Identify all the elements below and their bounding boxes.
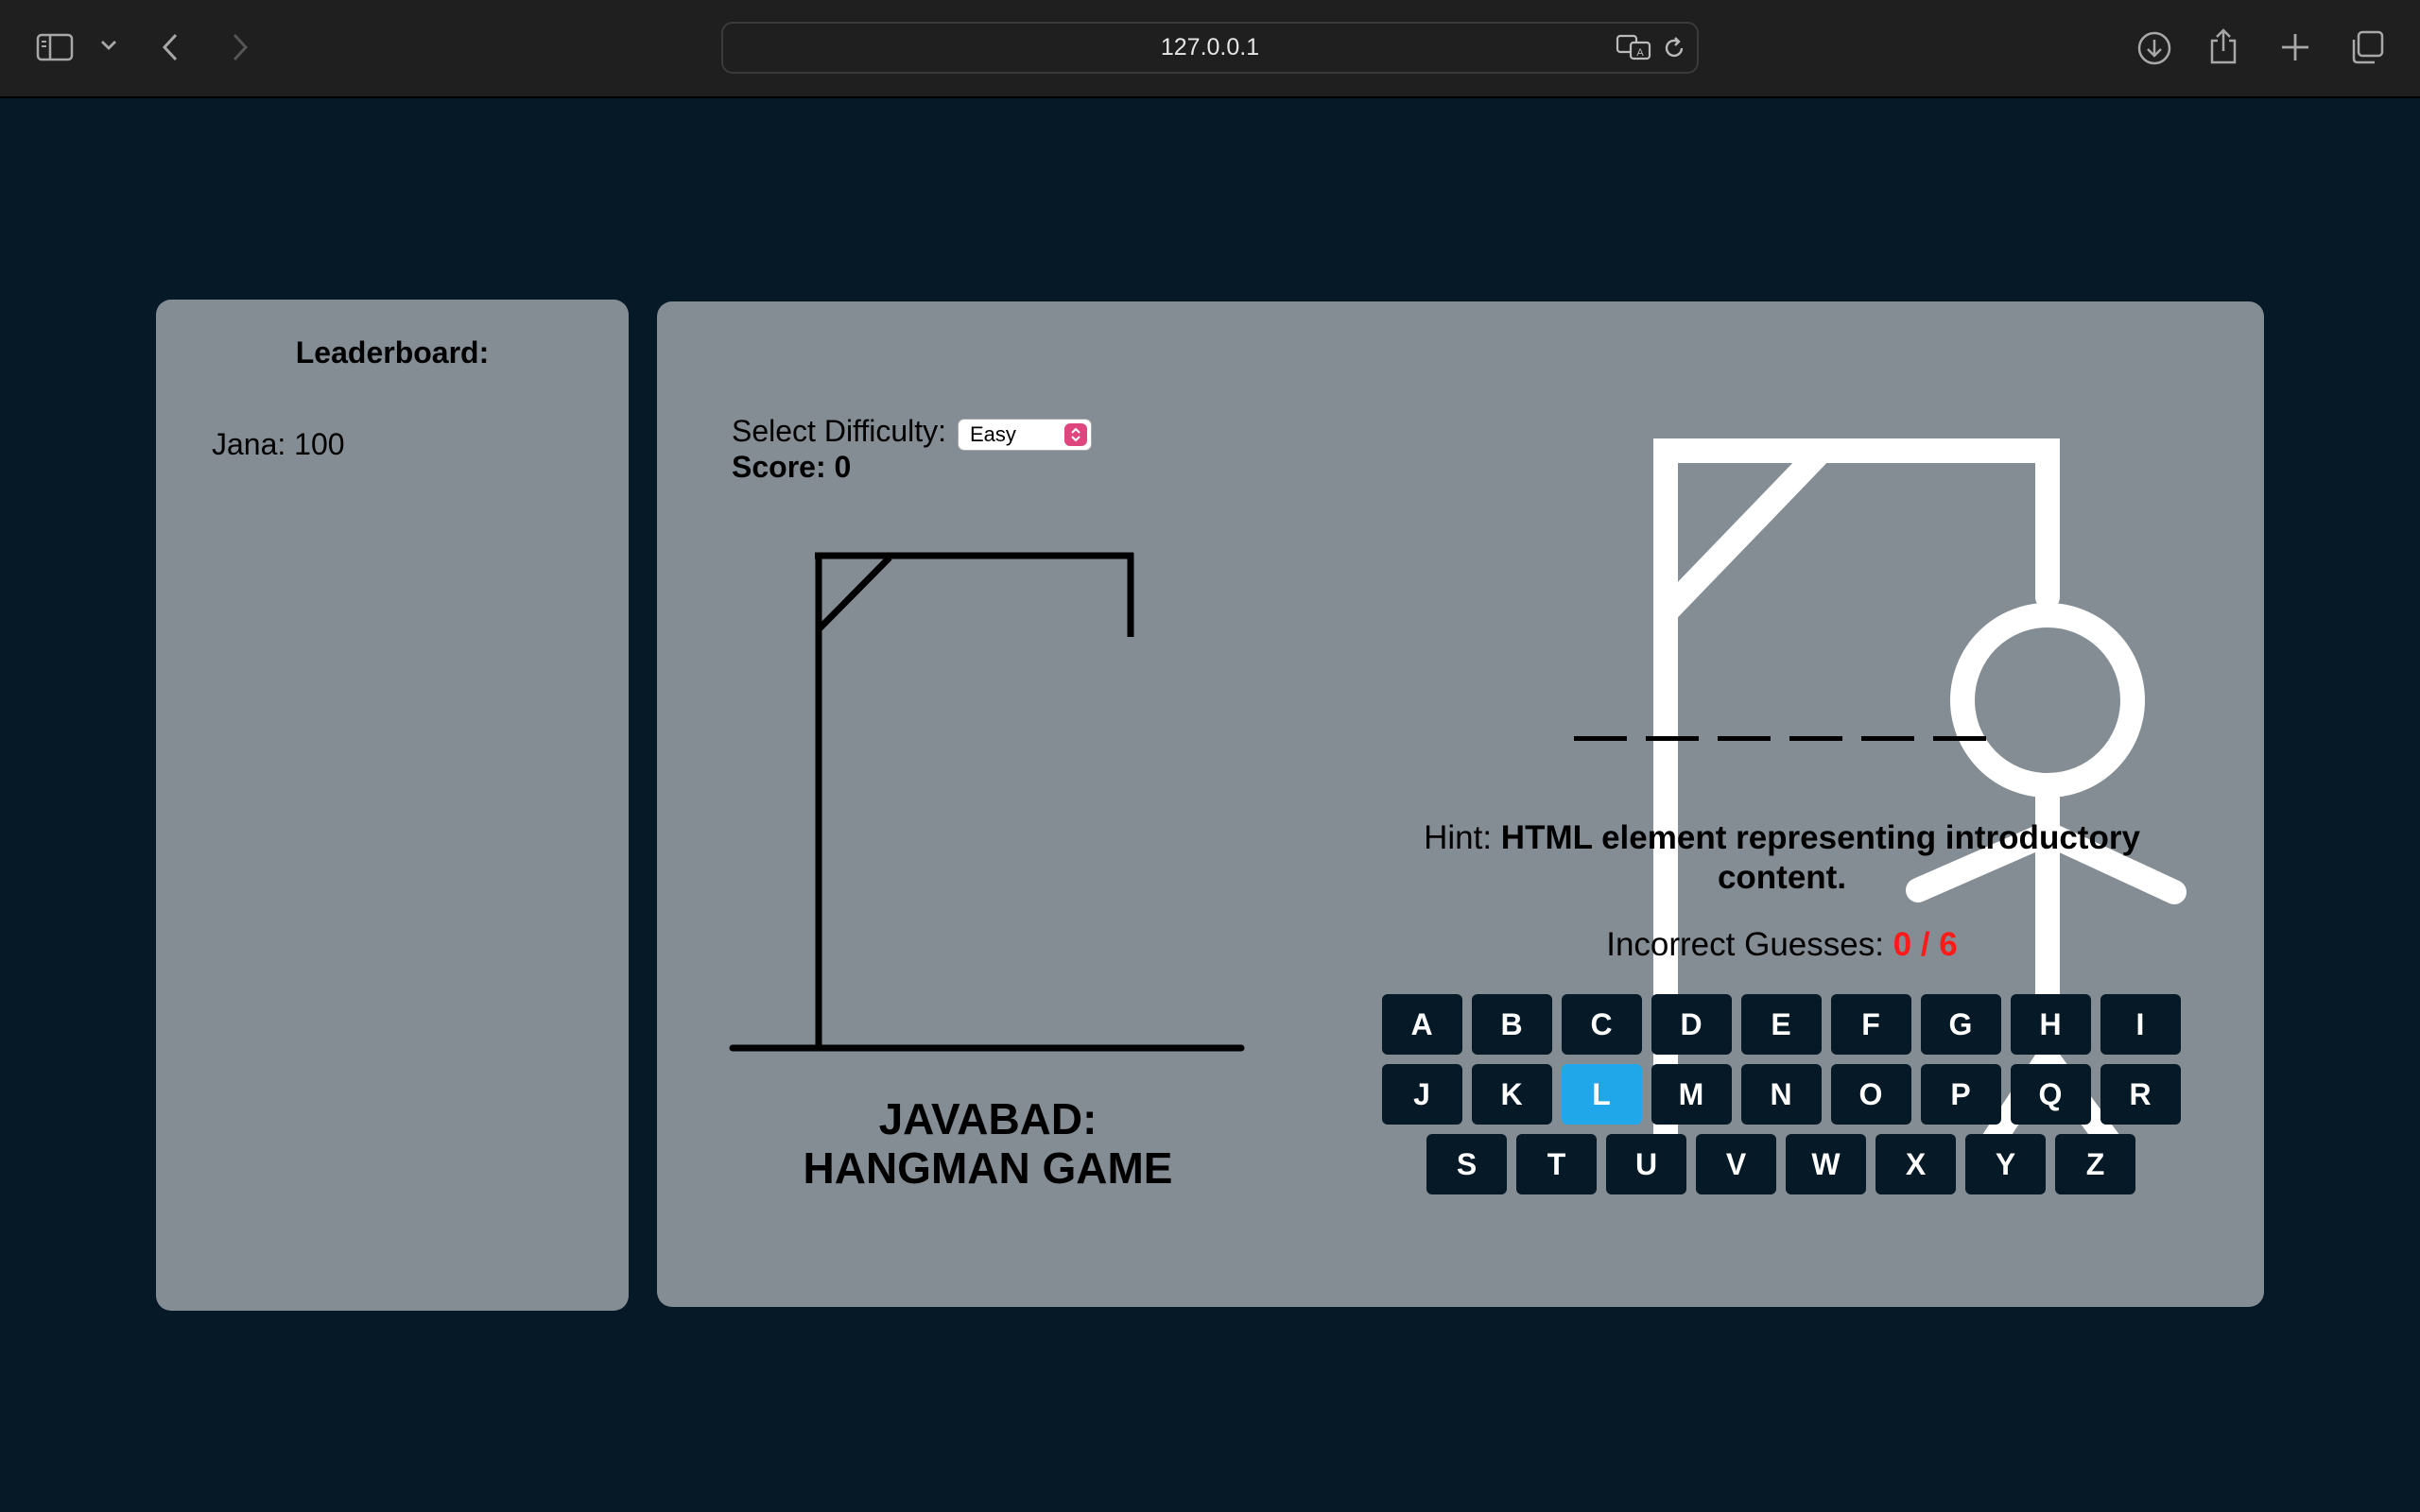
keyboard-row: STUVWXYZ: [1379, 1134, 2183, 1194]
bg-head: [1950, 603, 2145, 798]
letter-key-w[interactable]: W: [1786, 1134, 1866, 1194]
letter-key-e[interactable]: E: [1740, 994, 1822, 1055]
chevron-right-icon[interactable]: [227, 30, 251, 64]
letter-key-l[interactable]: L: [1561, 1064, 1642, 1125]
keyboard-row: ABCDEFGHI: [1379, 994, 2183, 1055]
letter-key-m[interactable]: M: [1651, 1064, 1732, 1125]
bg-brace: [1653, 443, 1829, 625]
letter-keyboard: ABCDEFGHI JKLMNOPQR STUVWXYZ: [1379, 994, 2183, 1204]
letter-key-a[interactable]: A: [1381, 994, 1462, 1055]
letter-key-y[interactable]: Y: [1965, 1134, 2046, 1194]
hint-content: HTML element representing introductory c…: [1500, 819, 2140, 896]
keyboard-row: JKLMNOPQR: [1379, 1064, 2183, 1125]
letter-key-u[interactable]: U: [1606, 1134, 1686, 1194]
letter-key-o[interactable]: O: [1830, 1064, 1911, 1125]
letter-key-i[interactable]: I: [2100, 994, 2181, 1055]
letter-key-q[interactable]: Q: [2010, 1064, 2091, 1125]
letter-key-v[interactable]: V: [1696, 1134, 1776, 1194]
letter-key-n[interactable]: N: [1740, 1064, 1822, 1125]
letter-key-j[interactable]: J: [1381, 1064, 1462, 1125]
letter-key-p[interactable]: P: [1920, 1064, 2001, 1125]
letter-key-z[interactable]: Z: [2055, 1134, 2135, 1194]
letter-key-d[interactable]: D: [1651, 994, 1732, 1055]
chevron-down-icon[interactable]: [98, 38, 119, 53]
tabs-overview-icon[interactable]: [2348, 28, 2386, 66]
url-text: 127.0.0.1: [1160, 34, 1260, 60]
chevron-left-icon[interactable]: [159, 30, 183, 64]
letter-key-k[interactable]: K: [1471, 1064, 1552, 1125]
incorrect-guesses: Incorrect Guesses: 0 / 6: [1494, 926, 2070, 964]
sidebar-icon[interactable]: [36, 32, 74, 62]
gallows-drawing: [729, 552, 1245, 1052]
incorrect-count: 0 / 6: [1893, 926, 1958, 963]
difficulty-value: Easy: [970, 422, 1016, 446]
plus-icon[interactable]: [2278, 30, 2312, 64]
letter-blank: [1646, 736, 1699, 741]
leaderboard-entry: Jana: 100: [212, 427, 345, 461]
share-icon[interactable]: [2206, 26, 2240, 66]
leaderboard-title: Leaderboard:: [295, 335, 490, 369]
hint-text: Hint: HTML element representing introduc…: [1390, 818, 2174, 898]
letter-key-x[interactable]: X: [1876, 1134, 1956, 1194]
svg-text:A: A: [1636, 47, 1644, 59]
letter-key-g[interactable]: G: [1920, 994, 2001, 1055]
select-arrows-icon: [1064, 423, 1087, 446]
letter-key-f[interactable]: F: [1830, 994, 1911, 1055]
letter-key-b[interactable]: B: [1471, 994, 1552, 1055]
reload-icon[interactable]: [1661, 35, 1687, 61]
letter-key-r[interactable]: R: [2100, 1064, 2181, 1125]
score-text: Score: 0: [732, 450, 852, 484]
address-bar[interactable]: 127.0.0.1 A: [721, 22, 1699, 74]
hint-prefix: Hint:: [1424, 819, 1501, 856]
game-title-line2: HANGMAN GAME: [803, 1143, 1173, 1193]
letter-blank: [1933, 736, 1986, 741]
letter-blank: [1861, 736, 1914, 741]
letter-key-s[interactable]: S: [1426, 1134, 1507, 1194]
incorrect-label: Incorrect Guesses:: [1606, 926, 1893, 963]
letter-key-c[interactable]: C: [1561, 994, 1642, 1055]
difficulty-select[interactable]: Easy: [958, 419, 1092, 451]
browser-toolbar: 127.0.0.1 A: [0, 0, 2420, 98]
gallows-brace: [816, 555, 892, 632]
letter-blank: [1574, 736, 1627, 741]
translate-icon[interactable]: A: [1616, 33, 1653, 61]
letter-key-t[interactable]: T: [1516, 1134, 1597, 1194]
word-blanks: [1574, 736, 1986, 741]
download-icon[interactable]: [2135, 29, 2173, 67]
game-title-line1: JAVABAD:: [878, 1094, 1098, 1143]
letter-key-h[interactable]: H: [2010, 994, 2091, 1055]
difficulty-label: Select Difficulty:: [732, 414, 947, 448]
letter-blank: [1718, 736, 1771, 741]
letter-blank: [1789, 736, 1842, 741]
game-title: JAVABAD: HANGMAN GAME: [752, 1094, 1224, 1193]
